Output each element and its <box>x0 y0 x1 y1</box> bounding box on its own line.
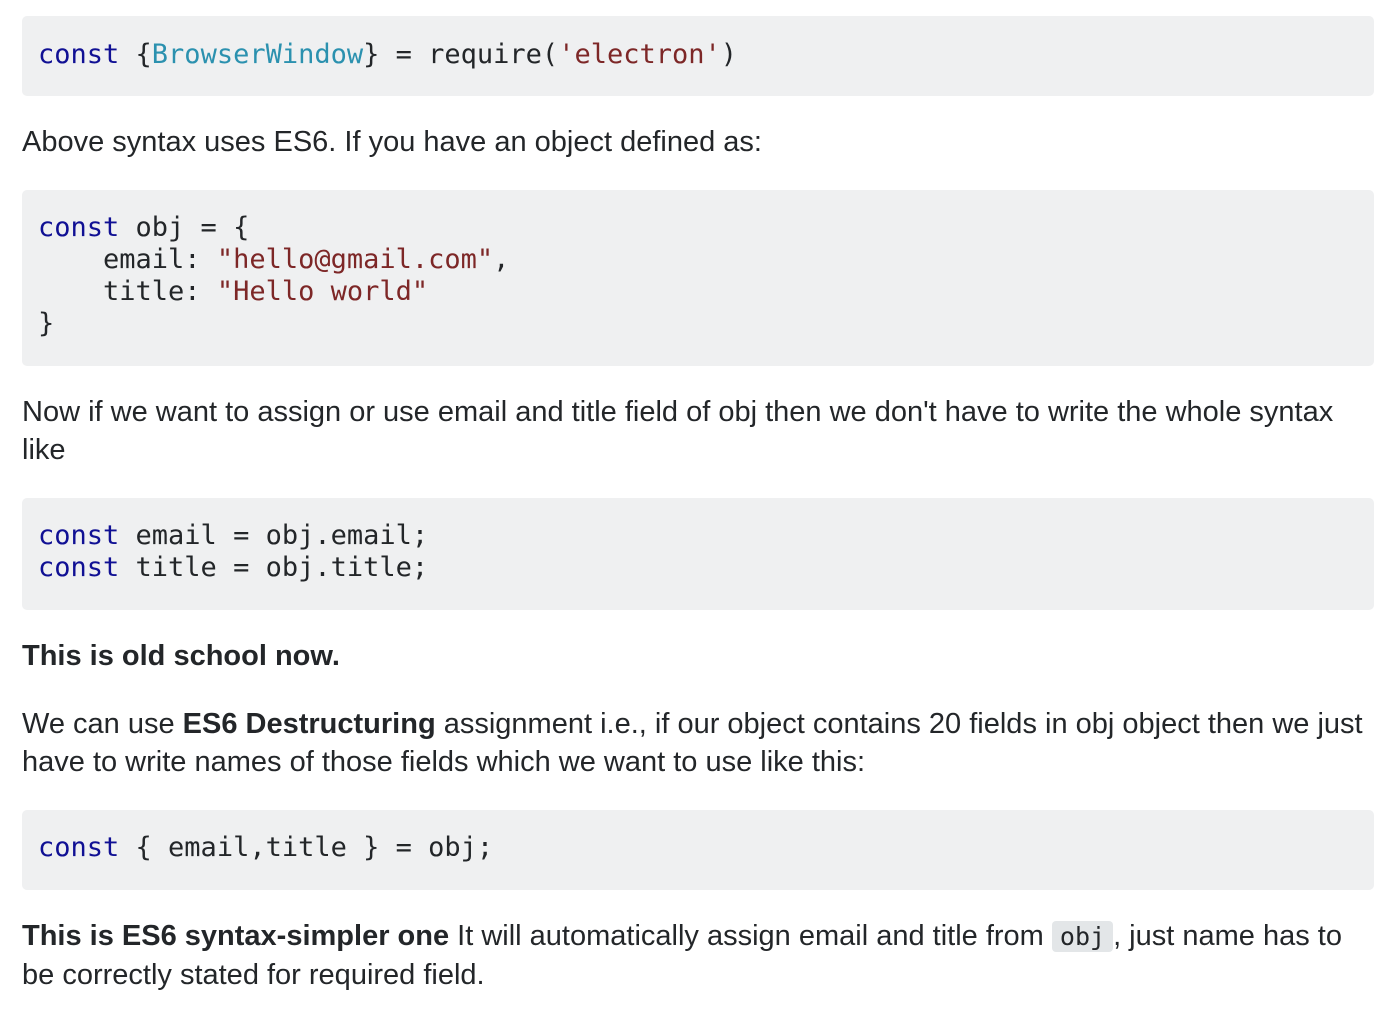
code-keyword: const <box>38 520 120 551</box>
bold-text: ES6 Destructuring <box>182 708 436 740</box>
paragraph-old-syntax: Now if we want to assign or use email an… <box>22 396 1334 466</box>
code-string: "Hello world" <box>216 276 429 307</box>
code-keyword: const <box>38 212 120 243</box>
paragraph-old-school: This is old school now. <box>22 637 1374 675</box>
code-text: { email,title } = obj; <box>119 832 494 863</box>
code-string: "hello@gmail.com" <box>216 244 494 275</box>
answer-body: const {BrowserWindow} = require('electro… <box>0 0 1394 1020</box>
paragraph-destructuring: We can use ES6 Destructuring assignment … <box>22 705 1374 781</box>
code-block-require: const {BrowserWindow} = require('electro… <box>22 16 1374 96</box>
paragraph-conclusion: This is ES6 syntax-simpler one It will a… <box>22 917 1374 994</box>
bold-text: This is ES6 syntax-simpler one <box>22 920 450 952</box>
inline-code: obj <box>1051 921 1114 952</box>
code-text: obj = { <box>119 212 250 243</box>
code-block-destructure: const { email,title } = obj; <box>22 810 1374 890</box>
code-line: const obj = { <box>38 212 1358 244</box>
code-line: } <box>38 308 1358 340</box>
code-text: title: <box>38 276 217 307</box>
code-line: const email = obj.email; <box>38 520 1358 552</box>
code-line: email: "hello@gmail.com", <box>38 244 1358 276</box>
paragraph-es6-intro: Above syntax uses ES6. If you have an ob… <box>22 126 762 158</box>
code-block-object: const obj = { email: "hello@gmail.com", … <box>22 190 1374 366</box>
code-block-old-assign: const email = obj.email; const title = ob… <box>22 498 1374 610</box>
code-text: } <box>38 308 55 339</box>
code-line: const { email,title } = obj; <box>38 832 1358 864</box>
code-type: BrowserWindow <box>151 39 364 70</box>
code-keyword: const <box>38 832 120 863</box>
bold-text: This is old school now. <box>22 640 340 672</box>
code-text: title = obj.title; <box>119 552 429 583</box>
code-text: ) <box>720 39 738 70</box>
code-string: 'electron' <box>558 39 721 70</box>
code-keyword: const <box>38 552 120 583</box>
code-text: { <box>119 39 152 70</box>
paragraph-text: We can use <box>22 708 183 740</box>
paragraph-text: It will automatically assign email and t… <box>449 920 1052 952</box>
code-keyword: const <box>38 39 120 70</box>
code-line: const {BrowserWindow} = require('electro… <box>38 39 1358 71</box>
code-text: } = require( <box>363 39 559 70</box>
code-line: const title = obj.title; <box>38 552 1358 584</box>
code-text: , <box>493 244 510 275</box>
code-text: email: <box>38 244 217 275</box>
code-line: title: "Hello world" <box>38 276 1358 308</box>
code-text: email = obj.email; <box>119 520 429 551</box>
